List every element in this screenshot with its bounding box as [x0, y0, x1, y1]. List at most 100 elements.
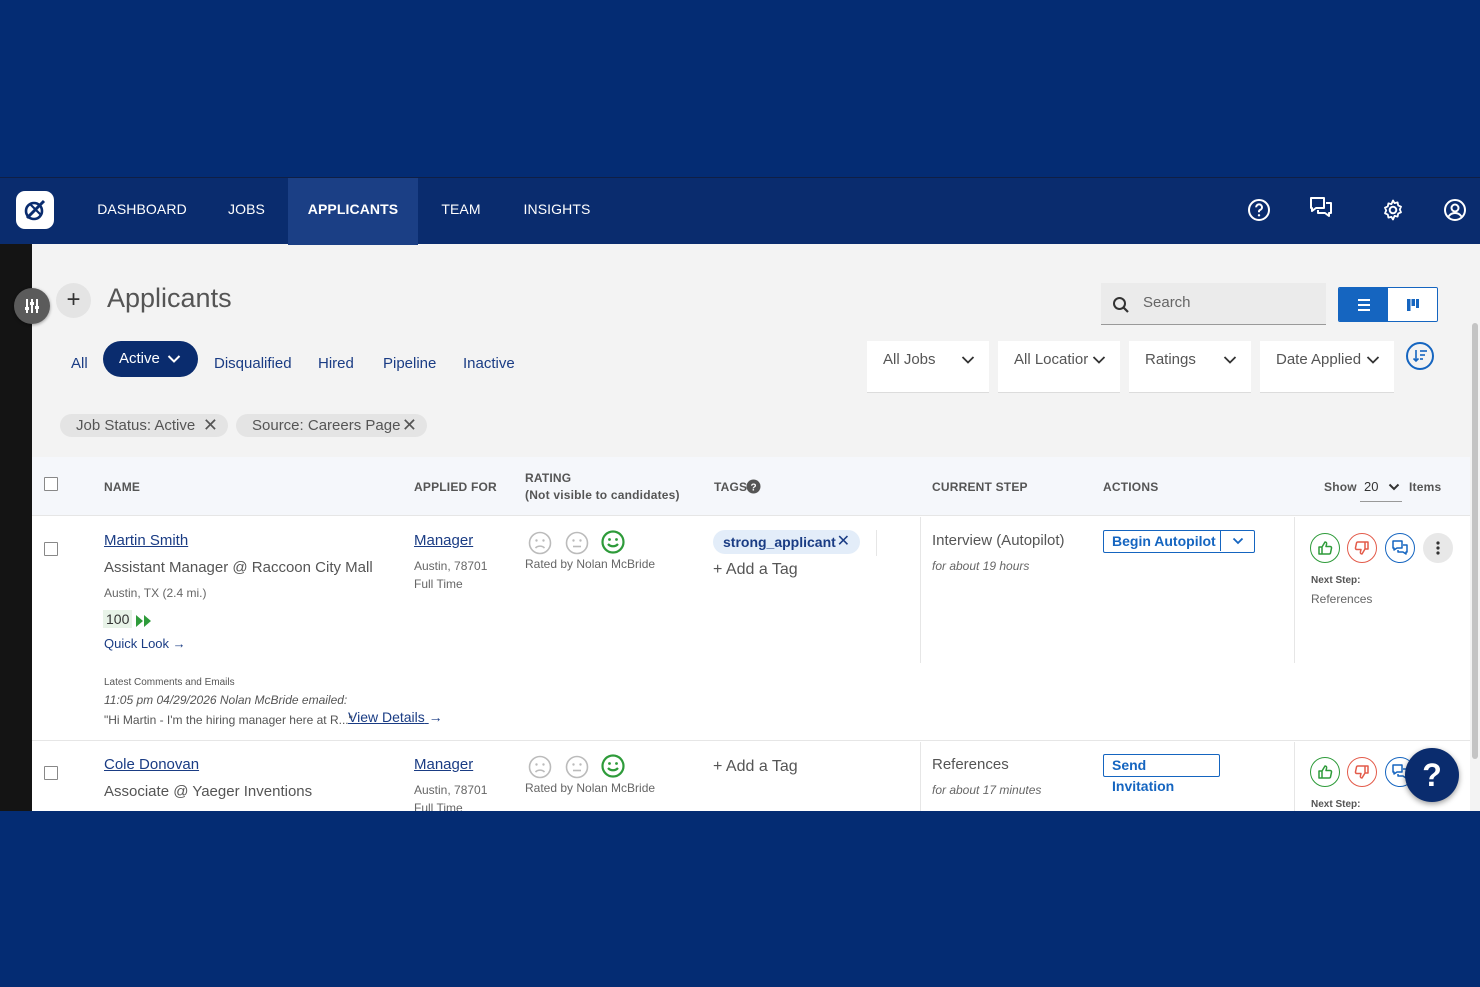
tag-label: strong_applicant — [723, 534, 836, 550]
job-type: Full Time — [414, 577, 463, 591]
tab-active[interactable]: Active — [103, 341, 198, 377]
left-sidebar-strip — [0, 244, 32, 811]
filter-chip-label: Job Status: Active — [76, 417, 196, 434]
view-details-label: View Details — [348, 709, 425, 725]
search-box[interactable] — [1101, 283, 1326, 325]
divider — [920, 517, 921, 663]
tab-all[interactable]: All — [71, 349, 88, 379]
job-location: Austin, 78701 — [414, 783, 488, 797]
select-all-checkbox[interactable] — [44, 477, 58, 491]
applied-job-link[interactable]: Manager — [414, 532, 473, 549]
sort-icon — [1412, 350, 1427, 363]
jobs-filter-value: All Jobs — [883, 351, 936, 368]
add-applicant-button[interactable]: + — [56, 283, 91, 318]
tab-hired[interactable]: Hired — [318, 349, 354, 379]
close-icon[interactable]: ✕ — [402, 414, 417, 437]
page-title: Applicants — [107, 283, 232, 313]
column-header-rating[interactable]: RATING — [525, 471, 571, 485]
thumbs-down-icon — [1354, 765, 1369, 779]
list-view-button[interactable] — [1339, 288, 1388, 321]
sort-button[interactable] — [1406, 342, 1434, 370]
more-options-button[interactable] — [1423, 533, 1453, 563]
thumbs-down-button[interactable] — [1347, 533, 1377, 563]
comment-preview: "Hi Martin - I'm the hiring manager here… — [104, 713, 353, 727]
column-header-actions: ACTIONS — [1103, 480, 1159, 494]
rating-neutral-face-icon[interactable] — [565, 531, 589, 555]
filter-chip-label: Source: Careers Page — [252, 417, 401, 434]
more-vertical-icon — [1436, 541, 1440, 555]
divider — [1220, 531, 1221, 551]
column-header-rating-note: (Not visible to candidates) — [525, 488, 680, 502]
applicant-name-link[interactable]: Cole Donovan — [104, 756, 199, 773]
board-view-button[interactable] — [1388, 288, 1437, 321]
sliders-icon — [25, 299, 39, 313]
help-chat-button[interactable]: ? — [1405, 748, 1459, 802]
row-checkbox[interactable] — [44, 766, 58, 780]
help-circle-icon[interactable] — [1245, 196, 1273, 224]
nav-applicants[interactable]: APPLICANTS — [288, 178, 418, 245]
step-duration: for about 17 minutes — [932, 783, 1042, 797]
job-location: Austin, 78701 — [414, 559, 488, 573]
search-input[interactable] — [1143, 294, 1313, 311]
divider — [920, 742, 921, 811]
nav-insights[interactable]: INSIGHTS — [511, 178, 603, 245]
tab-disqualified[interactable]: Disqualified — [214, 349, 292, 379]
rating-sad-face-icon[interactable] — [528, 531, 552, 555]
filter-settings-button[interactable] — [14, 288, 50, 324]
table-row: Cole Donovan Associate @ Yaeger Inventio… — [32, 742, 1470, 811]
rating-neutral-face-icon[interactable] — [565, 755, 589, 779]
rating-happy-face-icon[interactable] — [601, 754, 625, 778]
locations-filter-dropdown[interactable]: All Locatior — [998, 341, 1120, 393]
help-tooltip-icon[interactable]: ? — [746, 479, 761, 494]
close-icon[interactable]: ✕ — [837, 530, 850, 554]
date-filter-dropdown[interactable]: Date Applied — [1260, 341, 1394, 393]
add-tag-button[interactable]: + Add a Tag — [713, 561, 798, 579]
applicant-name-link[interactable]: Martin Smith — [104, 532, 188, 549]
rating-sad-face-icon[interactable] — [528, 755, 552, 779]
scrollbar-thumb[interactable] — [1472, 323, 1478, 759]
quick-look-link[interactable]: Quick Look → — [104, 636, 186, 651]
message-button[interactable] — [1385, 533, 1415, 563]
rating-happy-face-icon[interactable] — [601, 530, 625, 554]
items-per-page-select[interactable]: 20 — [1360, 474, 1402, 502]
applicant-location: Austin, TX (2.4 mi.) — [104, 586, 207, 600]
add-tag-button[interactable]: + Add a Tag — [713, 758, 798, 776]
search-icon — [1113, 297, 1129, 313]
logo-icon — [24, 199, 46, 221]
thumbs-down-icon — [1354, 541, 1369, 555]
gear-icon[interactable] — [1379, 196, 1407, 224]
chat-icon[interactable] — [1307, 194, 1335, 222]
action-label: Send Invitation — [1112, 757, 1175, 794]
column-header-current-step[interactable]: CURRENT STEP — [932, 480, 1028, 494]
view-details-link[interactable]: View Details → — [348, 709, 443, 725]
begin-autopilot-button[interactable]: Begin Autopilot — [1103, 530, 1255, 553]
page-scrollbar[interactable] — [1470, 244, 1480, 811]
items-label: Items — [1409, 480, 1442, 494]
tab-pipeline[interactable]: Pipeline — [383, 349, 436, 379]
close-icon[interactable]: ✕ — [203, 414, 218, 437]
column-header-applied-for[interactable]: APPLIED FOR — [414, 480, 497, 494]
svg-text:?: ? — [750, 483, 756, 494]
chevron-down-icon — [1092, 356, 1106, 364]
send-invitation-button[interactable]: Send Invitation — [1103, 754, 1220, 794]
filter-chip-job-status: Job Status: Active ✕ — [60, 414, 228, 437]
applied-job-link[interactable]: Manager — [414, 756, 473, 773]
nav-team[interactable]: TEAM — [427, 178, 495, 245]
column-header-name[interactable]: NAME — [104, 480, 140, 494]
nav-jobs[interactable]: JOBS — [213, 178, 280, 245]
row-checkbox[interactable] — [44, 542, 58, 556]
nav-dashboard[interactable]: DASHBOARD — [86, 178, 198, 245]
thumbs-up-button[interactable] — [1310, 757, 1340, 787]
user-account-icon[interactable] — [1441, 196, 1469, 224]
thumbs-down-button[interactable] — [1347, 757, 1377, 787]
chat-icon — [1392, 540, 1408, 555]
comment-meta: 11:05 pm 04/29/2026 Nolan McBride emaile… — [104, 693, 348, 707]
app-logo[interactable] — [16, 191, 54, 229]
thumbs-up-button[interactable] — [1310, 533, 1340, 563]
ratings-filter-dropdown[interactable]: Ratings — [1129, 341, 1251, 393]
tab-inactive[interactable]: Inactive — [463, 349, 515, 379]
table-header: NAME APPLIED FOR RATING (Not visible to … — [32, 457, 1470, 516]
current-step: References — [932, 756, 1009, 773]
column-header-tags[interactable]: TAGS — [714, 480, 747, 494]
jobs-filter-dropdown[interactable]: All Jobs — [867, 341, 989, 393]
